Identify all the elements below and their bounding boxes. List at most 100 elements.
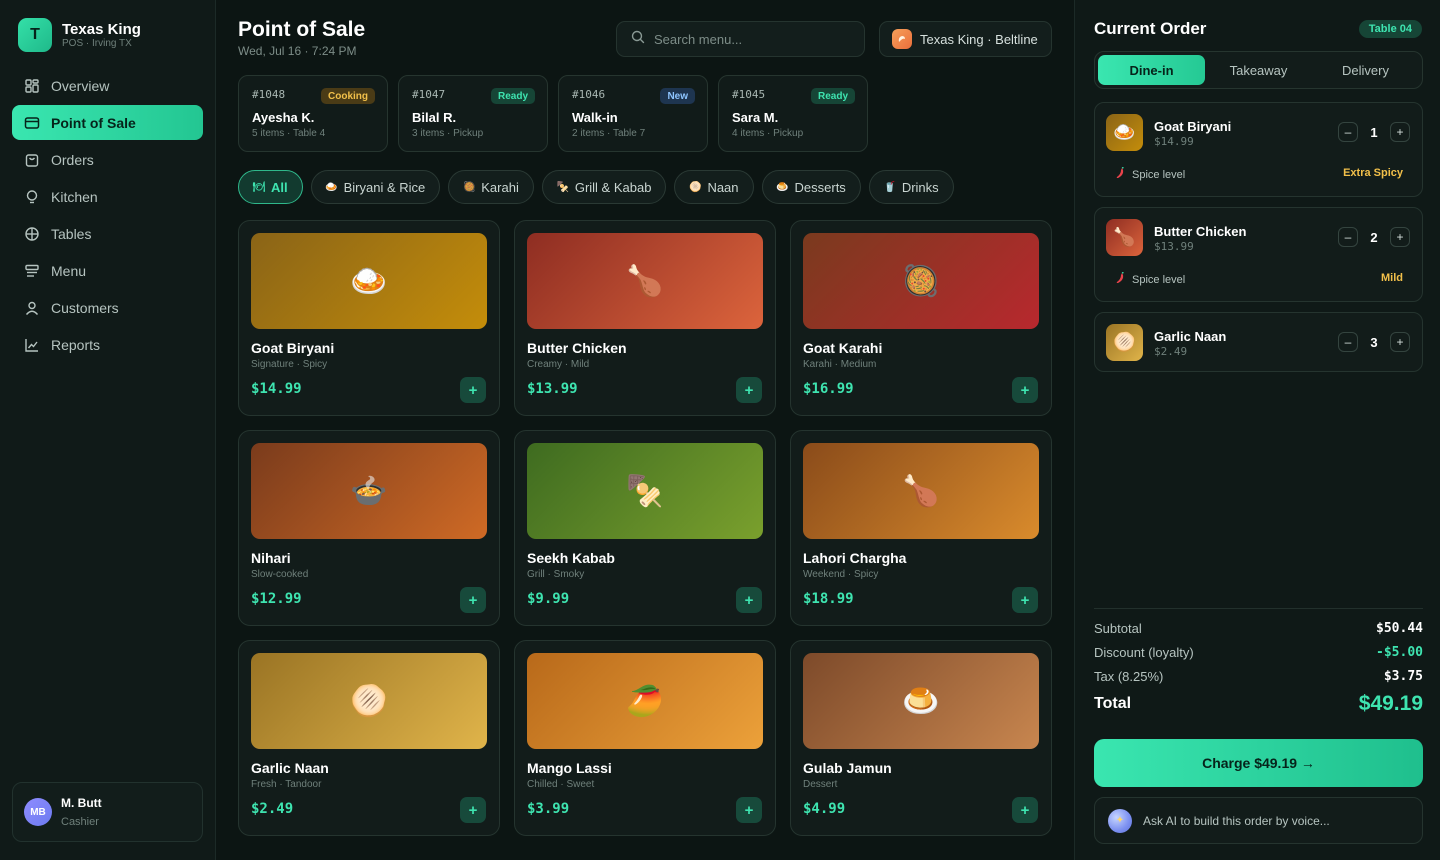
page-title: Point of Sale [238, 18, 366, 41]
add-to-order-button[interactable]: + [1012, 377, 1038, 403]
chili-icon [1115, 271, 1132, 287]
table-badge[interactable]: Table 04 [1358, 20, 1422, 38]
menu-item-name: Butter Chicken [527, 340, 627, 356]
spice-level-value[interactable]: Mild [1381, 272, 1403, 284]
menu-item-card[interactable]: 🥘 Goat Karahi Karahi · Medium $16.99 + [790, 220, 1052, 416]
tab-takeaway[interactable]: Takeaway [1205, 55, 1312, 85]
add-to-order-button[interactable]: + [1012, 587, 1038, 613]
menu-item-desc: Karahi · Medium [803, 359, 877, 370]
category-chip-biryani-rice[interactable]: 🍛 Biryani & Rice [310, 170, 441, 204]
add-to-order-button[interactable]: + [736, 587, 762, 613]
add-to-order-button[interactable]: + [460, 377, 486, 403]
category-chip-grill-kabab[interactable]: 🍢 Grill & Kabab [541, 170, 667, 204]
search-box[interactable] [616, 21, 865, 57]
category-chip-naan[interactable]: 🫓 Naan [674, 170, 754, 204]
menu-item-desc: Chilled · Sweet [527, 779, 595, 790]
search-input[interactable] [654, 31, 854, 47]
brand-subtitle: POS · Irving TX [62, 37, 132, 49]
menu-item-card[interactable]: 🍛 Goat Biryani Signature · Spicy $14.99 + [238, 220, 500, 416]
increase-quantity-button[interactable]: + [1390, 122, 1410, 142]
ai-sparkle-icon: ✦ [1108, 808, 1132, 833]
tax-value: $3.75 [1383, 669, 1423, 684]
page-date: Wed, Jul 16 · 7:24 PM [238, 44, 357, 58]
menu-item-card[interactable]: 🍗 Lahori Chargha Weekend · Spicy $18.99 + [790, 430, 1052, 626]
sidebar-item-overview[interactable]: Overview [12, 68, 203, 103]
bag-icon [23, 151, 41, 169]
sidebar-item-label: Customers [51, 299, 119, 316]
category-chip-drinks[interactable]: 🥤 Drinks [868, 170, 954, 204]
category-icon: 🍮 [776, 181, 789, 193]
menu-item-desc: Grill · Smoky [527, 569, 585, 580]
menu-item-name: Goat Karahi [803, 340, 883, 356]
menu-item-name: Goat Biryani [251, 340, 335, 356]
menu-item-image: 🫓 [251, 653, 487, 749]
menu-item-image: 🥘 [803, 233, 1039, 329]
order-ticket[interactable]: #1045 Ready Sara M. 4 items · Pickup [718, 75, 868, 152]
ticket-customer: Sara M. [732, 110, 779, 125]
menu-item-card[interactable]: 🍮 Gulab Jamun Dessert $4.99 + [790, 640, 1052, 836]
category-chip-desserts[interactable]: 🍮 Desserts [761, 170, 861, 204]
add-to-order-button[interactable]: + [736, 797, 762, 823]
menu-item-desc: Slow-cooked [251, 569, 309, 580]
sidebar-item-tables[interactable]: Tables [12, 216, 203, 251]
increase-quantity-button[interactable]: + [1390, 332, 1410, 352]
sidebar-item-point-of-sale[interactable]: Point of Sale [12, 105, 203, 140]
user-card[interactable]: MB M. Butt Cashier [12, 782, 203, 842]
order-tickets: #1048 Cooking Ayesha K. 5 items · Table 4 #1… [238, 75, 878, 152]
category-chip-karahi[interactable]: 🥘 Karahi [448, 170, 534, 204]
ai-voice-order-input[interactable]: ✦ Ask AI to build this order by voice... [1094, 797, 1423, 844]
decrease-quantity-button[interactable]: – [1338, 332, 1358, 352]
main-content: Point of Sale Wed, Jul 16 · 7:24 PM Texa… [216, 0, 1074, 860]
decrease-quantity-button[interactable]: – [1338, 227, 1358, 247]
food-icon: 🍛 [1113, 122, 1136, 142]
menu-item-card[interactable]: 🫓 Garlic Naan Fresh · Tandoor $2.49 + [238, 640, 500, 836]
category-chip-all[interactable]: 🍽 All [238, 170, 303, 204]
total-label: Total [1094, 695, 1132, 712]
order-ticket[interactable]: #1046 New Walk-in 2 items · Table 7 [558, 75, 708, 152]
spice-level-label: Spice level [1115, 166, 1185, 182]
order-ticket[interactable]: #1048 Cooking Ayesha K. 5 items · Table 4 [238, 75, 388, 152]
add-to-order-button[interactable]: + [1012, 797, 1038, 823]
menu-item-card[interactable]: 🍲 Nihari Slow-cooked $12.99 + [238, 430, 500, 626]
spice-level-label: Spice level [1115, 271, 1185, 287]
ai-prompt-text: Ask AI to build this order by voice... [1143, 813, 1330, 828]
menu-item-card[interactable]: 🍗 Butter Chicken Creamy · Mild $13.99 + [514, 220, 776, 416]
category-label: Biryani & Rice [343, 179, 426, 195]
sidebar-item-menu[interactable]: Menu [12, 253, 203, 288]
status-badge: Ready [490, 88, 535, 104]
add-to-order-button[interactable]: + [736, 377, 762, 403]
category-icon: 🥤 [883, 181, 897, 193]
order-item-name: Butter Chicken [1154, 224, 1247, 239]
brand[interactable]: T Texas King POS · Irving TX [18, 18, 141, 52]
increase-quantity-button[interactable]: + [1390, 227, 1410, 247]
sidebar-item-customers[interactable]: Customers [12, 290, 203, 325]
store-selector[interactable]: Texas King · Beltline [879, 21, 1052, 57]
menu-item-desc: Weekend · Spicy [803, 569, 879, 580]
food-icon: 🍲 [350, 474, 388, 508]
sidebar-item-label: Menu [51, 262, 87, 279]
menu-item-card[interactable]: 🥭 Mango Lassi Chilled · Sweet $3.99 + [514, 640, 776, 836]
add-to-order-button[interactable]: + [460, 587, 486, 613]
subtotal-label: Subtotal [1094, 621, 1142, 636]
tab-delivery[interactable]: Delivery [1312, 55, 1419, 85]
quantity-value: 3 [1370, 334, 1378, 350]
table-icon [23, 225, 41, 243]
sidebar-item-kitchen[interactable]: Kitchen [12, 179, 203, 214]
order-ticket[interactable]: #1047 Ready Bilal R. 3 items · Pickup [398, 75, 548, 152]
tab-dine-in[interactable]: Dine-in [1098, 55, 1205, 85]
subtotal-row: Subtotal $50.44 [1094, 621, 1423, 636]
food-icon: 🥭 [626, 684, 664, 718]
sidebar-item-reports[interactable]: Reports [12, 327, 203, 362]
decrease-quantity-button[interactable]: – [1338, 122, 1358, 142]
current-order-panel: Current Order Table 04 Dine-in Takeaway De… [1074, 0, 1440, 860]
category-label: Desserts [794, 179, 846, 195]
food-icon: 🥘 [902, 264, 940, 298]
discount-row: Discount (loyalty) -$5.00 [1094, 645, 1423, 660]
menu-item-card[interactable]: 🍢 Seekh Kabab Grill · Smoky $9.99 + [514, 430, 776, 626]
spice-level-value[interactable]: Extra Spicy [1343, 167, 1403, 179]
add-to-order-button[interactable]: + [460, 797, 486, 823]
status-badge: New [660, 88, 695, 104]
charge-button[interactable]: Charge $49.19 → [1094, 739, 1423, 787]
sidebar-nav: Overview Point of Sale Orders Kitchen Tables… [12, 68, 203, 364]
sidebar-item-orders[interactable]: Orders [12, 142, 203, 177]
